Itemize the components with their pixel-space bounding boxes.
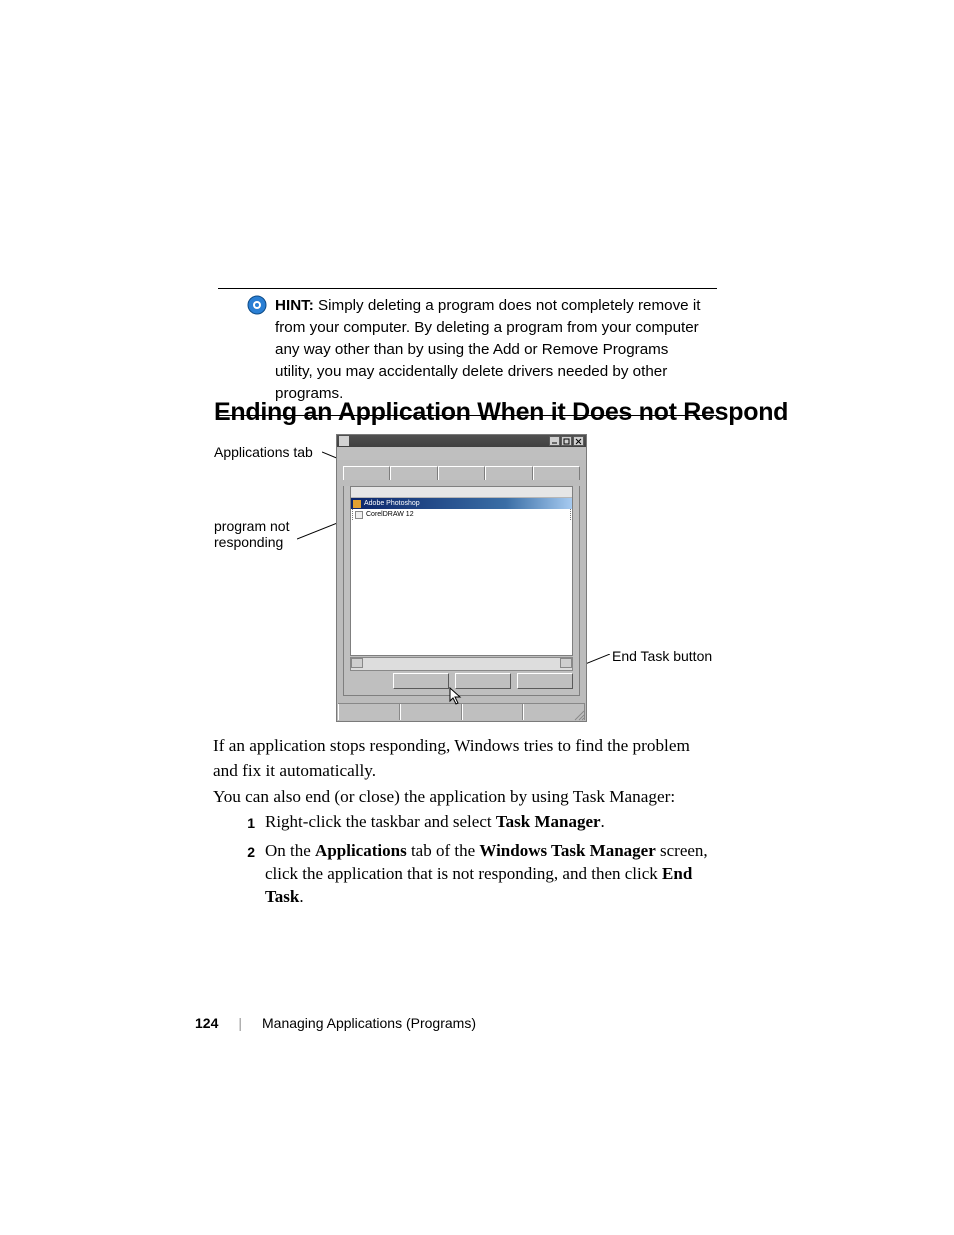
step-1: 1 Right-click the taskbar and select Tas… (233, 810, 719, 835)
system-menu-icon (339, 436, 349, 446)
menubar[interactable] (337, 447, 586, 460)
list-item[interactable]: CorelDRAW 12 (352, 509, 571, 520)
tab-users[interactable] (533, 466, 580, 480)
minimize-button[interactable] (549, 436, 560, 446)
callout-applications-tab: Applications tab (214, 444, 313, 460)
step-2: 2 On the Applications tab of the Windows… (233, 839, 719, 908)
page-footer: 124 | Managing Applications (Programs) (195, 1015, 476, 1031)
task-manager-window: Adobe Photoshop CorelDRAW 12 (336, 434, 587, 722)
task-manager-figure: Adobe Photoshop CorelDRAW 12 (336, 434, 587, 722)
hint-box: HINT: Simply deleting a program does not… (218, 288, 717, 416)
app-icon (353, 500, 361, 508)
status-bar (338, 703, 585, 720)
tab-networking[interactable] (485, 466, 532, 480)
callout-end-task: End Task button (612, 648, 712, 664)
switch-to-button[interactable] (455, 673, 511, 689)
app-icon (355, 511, 363, 519)
scroll-right-button[interactable] (560, 658, 572, 668)
body-paragraph: If an application stops responding, Wind… (213, 733, 718, 783)
horizontal-scrollbar[interactable] (350, 657, 573, 671)
tab-applications[interactable] (343, 466, 390, 480)
section-heading: Ending an Application When it Does not R… (214, 398, 788, 427)
footer-section-title: Managing Applications (Programs) (262, 1015, 476, 1031)
tab-processes[interactable] (390, 466, 437, 480)
applications-list[interactable]: Adobe Photoshop CorelDRAW 12 (350, 486, 573, 656)
maximize-button[interactable] (561, 436, 572, 446)
hint-icon (247, 295, 267, 320)
new-task-button[interactable] (517, 673, 573, 689)
footer-separator: | (238, 1015, 242, 1031)
scroll-left-button[interactable] (351, 658, 363, 668)
titlebar (337, 435, 586, 447)
step-number: 1 (233, 810, 255, 835)
tab-strip (343, 466, 580, 480)
resize-grip-icon[interactable] (573, 708, 585, 720)
list-header[interactable] (351, 487, 572, 498)
close-button[interactable] (573, 436, 584, 446)
numbered-steps: 1 Right-click the taskbar and select Tas… (233, 806, 719, 908)
applications-panel: Adobe Photoshop CorelDRAW 12 (343, 486, 580, 696)
list-item-selected[interactable]: Adobe Photoshop (351, 498, 572, 509)
callout-not-responding: program not responding (214, 518, 304, 550)
tab-performance[interactable] (438, 466, 485, 480)
end-task-button[interactable] (393, 673, 449, 689)
hint-text: HINT: Simply deleting a program does not… (275, 295, 707, 405)
step-number: 2 (233, 839, 255, 908)
page-number: 124 (195, 1015, 218, 1031)
